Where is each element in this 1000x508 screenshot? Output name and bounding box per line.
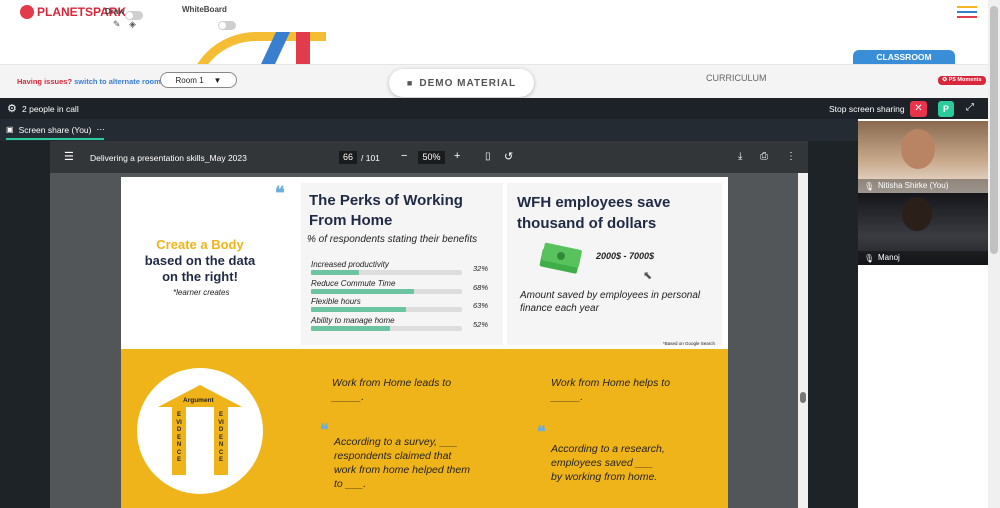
fit-page-icon[interactable]: ▯: [485, 151, 491, 162]
share-tab-bar: [0, 119, 858, 141]
mic-icon[interactable]: 🎙: [864, 182, 874, 191]
pdf-scroll-thumb[interactable]: [800, 392, 806, 403]
perk-label: Increased productivity: [311, 260, 389, 269]
more-icon[interactable]: ⋯: [97, 124, 106, 135]
learner-note: *learner creates: [173, 288, 230, 297]
quote-icon: ❝: [275, 183, 285, 203]
switch-room-link[interactable]: switch to alternate room: [74, 77, 161, 86]
rotate-icon[interactable]: ↺: [504, 150, 513, 163]
screen-share-tab[interactable]: ▣ Screen share (You) ⋯: [6, 124, 105, 135]
perk-fill: [311, 325, 390, 331]
zoom-in-icon[interactable]: +: [454, 150, 460, 162]
active-tab-indicator: [6, 138, 104, 140]
perk-fill: [311, 288, 414, 294]
leads-text: Work from Home leads to _____.: [332, 377, 452, 403]
wfh-amount: 2000$ - 7000$: [596, 251, 655, 261]
issue-notice: Having issues? switch to alternate room: [17, 77, 161, 86]
quote-icon: ❝: [537, 424, 546, 441]
tab-curriculum[interactable]: CURRICULUM: [706, 73, 767, 83]
perk-bar-row: Flexible hours 63%: [311, 297, 496, 316]
more-options-icon[interactable]: ⋮: [786, 151, 796, 162]
perk-bar-row: Reduce Commute Time 68%: [311, 279, 496, 298]
eraser-icon[interactable]: ◈: [129, 19, 136, 30]
stop-sharing-button[interactable]: ✕: [910, 101, 927, 117]
perk-label: Reduce Commute Time: [311, 278, 396, 288]
perks-subtitle: % of respondents stating their benefits: [307, 234, 478, 245]
survey-text: According to a survey, ___ respondents cl…: [334, 436, 470, 490]
quote-icon: ❝: [320, 422, 329, 439]
argument-label: Argument: [183, 397, 214, 404]
perk-fill: [311, 307, 407, 312]
zoom-out-icon[interactable]: −: [401, 150, 407, 162]
download-icon[interactable]: ⤓: [738, 151, 742, 162]
participant-avatar: [902, 197, 932, 231]
tab-demo-material[interactable]: ■ DEMO MATERIAL: [389, 69, 534, 97]
expand-icon[interactable]: ⤢: [966, 102, 974, 113]
perk-value: 52%: [473, 319, 489, 329]
page-number-input[interactable]: 66: [339, 151, 357, 164]
perk-value: 32%: [473, 264, 489, 273]
perk-bar-row: Ability to manage home 52%: [311, 316, 496, 335]
video-tile-manoj[interactable]: Manoj 🎙: [858, 193, 988, 265]
menu-icon[interactable]: [957, 6, 977, 18]
pdf-title: Delivering a presentation skills_May 202…: [90, 153, 247, 163]
mic-icon[interactable]: 🎙: [864, 254, 874, 263]
perk-value: 63%: [473, 301, 489, 310]
folder-icon: ■: [406, 78, 414, 88]
planetspark-logo-icon: [20, 5, 34, 19]
cursor-icon: ⬉: [643, 270, 653, 282]
top-bar: [0, 0, 988, 34]
chevron-down-icon: ▼: [213, 75, 222, 85]
pencil-icon[interactable]: ✎: [113, 19, 121, 30]
page-scroll-thumb[interactable]: [990, 6, 998, 254]
star-icon: ✪: [942, 77, 948, 83]
source-note: *Based on Google Search: [663, 341, 716, 346]
wfh-title: WFH employees save thousand of dollars: [517, 194, 671, 232]
room-select[interactable]: Room 1 ▼: [160, 72, 237, 88]
perk-label: Flexible hours: [311, 297, 361, 306]
pdf-menu-icon[interactable]: ☰: [64, 150, 74, 163]
whiteboard-toggle[interactable]: [218, 21, 237, 30]
money-icon: [539, 240, 585, 274]
settings-gear-icon[interactable]: ⚙: [7, 102, 17, 115]
perks-bar-chart: Increased productivity 32% Reduce Commute …: [311, 260, 496, 334]
participant-avatar: [901, 129, 935, 169]
evidence-right: EVIDENCE: [218, 412, 224, 463]
wfh-description: Amount saved by employees in personal fin…: [520, 290, 701, 314]
helps-text: Work from Home helps to _____.: [551, 377, 671, 403]
page-total: / 101: [361, 153, 380, 163]
whiteboard-label: WhiteBoard: [182, 5, 227, 14]
p-button[interactable]: P: [938, 101, 954, 117]
pdf-scrollbar[interactable]: [798, 173, 808, 508]
screen-icon: ▣: [6, 125, 14, 134]
perk-fill: [311, 270, 360, 275]
video-tile-self[interactable]: Nitisha Shirke (You) 🎙: [858, 121, 988, 193]
perks-title: The Perks of Working From Home: [309, 192, 463, 229]
draw-label: Draw: [105, 7, 125, 16]
evidence-left: EVIDENCE: [176, 412, 182, 463]
perk-label: Ability to manage home: [311, 315, 395, 325]
research-text: According to a research, employees saved …: [551, 443, 665, 483]
participant-name: Manoj: [858, 251, 988, 265]
people-count: 2 people in call: [22, 104, 79, 114]
zoom-input[interactable]: 50%: [418, 151, 445, 164]
left-heading: Create a Body based on the data on the r…: [144, 237, 256, 284]
stop-sharing-label: Stop screen sharing: [829, 104, 905, 114]
print-icon[interactable]: ⎙: [760, 151, 768, 162]
participant-name: Nitisha Shirke (You): [858, 179, 988, 193]
ps-moments-badge[interactable]: ✪ PS Moments: [938, 76, 986, 85]
tab-classroom[interactable]: CLASSROOM: [853, 50, 955, 64]
perk-bar-row: Increased productivity 32%: [311, 260, 496, 279]
perk-value: 68%: [473, 282, 489, 292]
video-panel-empty: [858, 265, 988, 508]
close-icon: ✕: [914, 103, 923, 114]
